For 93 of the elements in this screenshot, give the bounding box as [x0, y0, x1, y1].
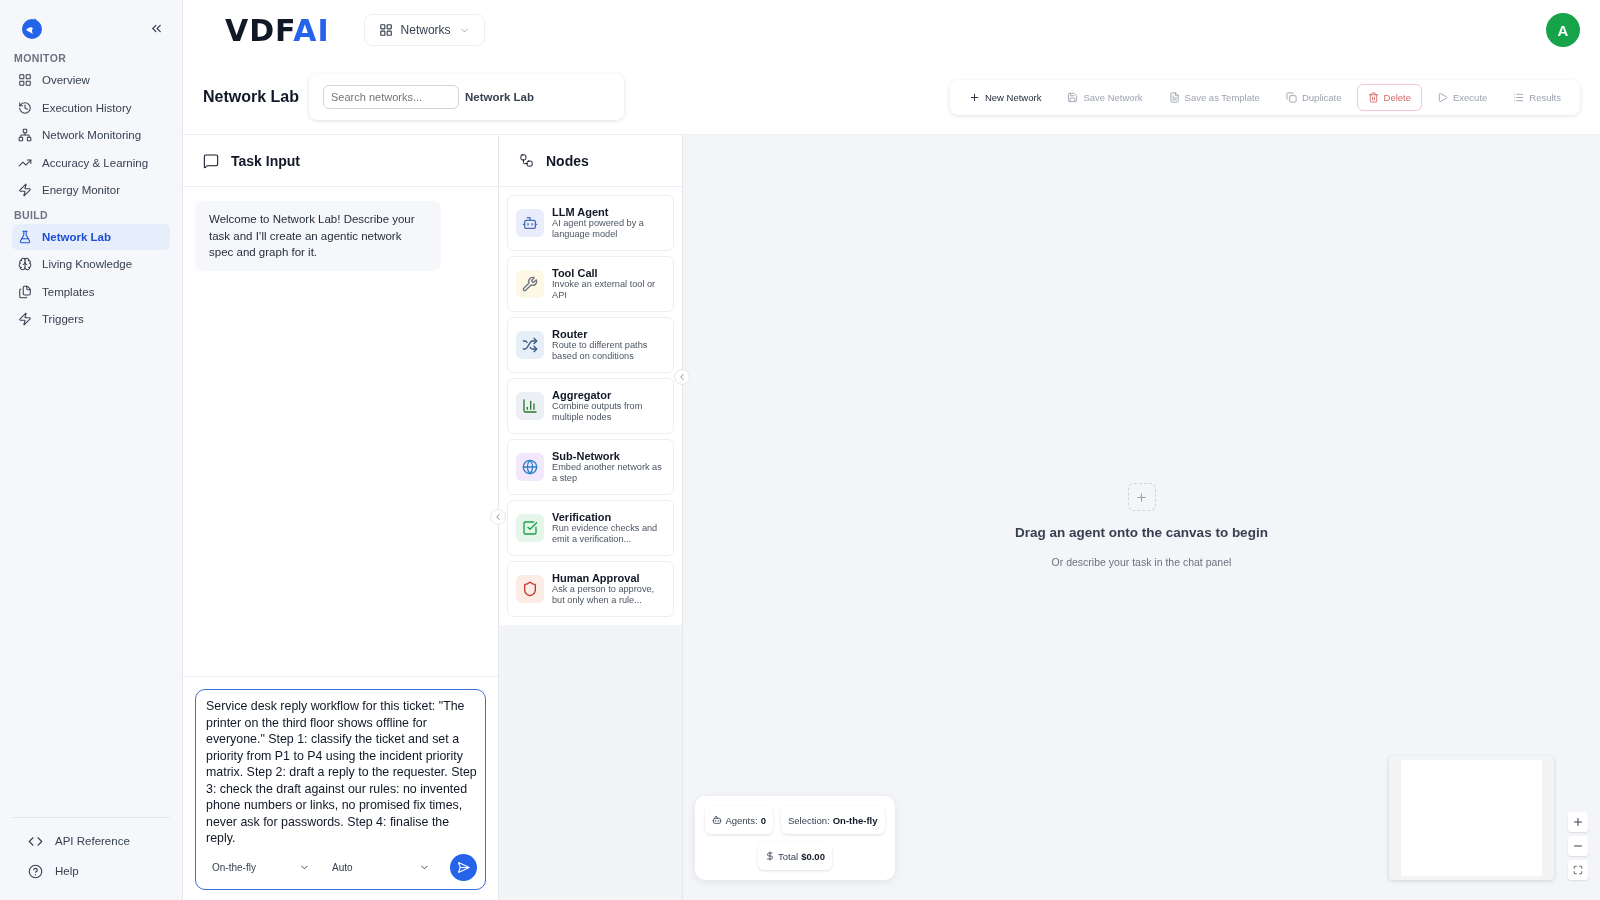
stat-value: $0.00 [801, 850, 825, 862]
section-title: MONITOR [13, 51, 68, 66]
send-button[interactable] [450, 854, 477, 881]
networks-menu[interactable]: Networks [363, 14, 485, 46]
sidebar-item[interactable]: Network Lab [12, 223, 170, 250]
brain-icon [18, 257, 32, 271]
stat-value: On-the-fly [832, 814, 878, 826]
bolt-icon [18, 183, 32, 197]
copy-icon [1285, 91, 1297, 103]
stat-label: Agents: [725, 814, 758, 826]
logo-icon [20, 16, 44, 40]
sidebar-link[interactable]: API Reference [12, 826, 170, 856]
sidebar-item[interactable]: Network Monitoring [12, 122, 170, 148]
chat-message: Welcome to Network Lab! Describe your task and I’ll create an agentic network spec and graph for it. [195, 201, 441, 271]
sidebar-link[interactable]: Help [12, 856, 170, 886]
selection-dropdown[interactable]: On-the-fly [206, 854, 316, 881]
collapse-handle[interactable] [490, 509, 506, 525]
sidebar-item[interactable]: Energy Monitor [12, 177, 170, 203]
flask-icon [18, 229, 32, 244]
bolt-icon [18, 312, 32, 326]
chat-icon [203, 152, 219, 169]
node-description: Combine outputs from multiple nodes [552, 400, 644, 424]
zoom-out-button[interactable] [1568, 836, 1588, 856]
plus-icon [1572, 816, 1584, 828]
node-name: Aggregator [552, 388, 613, 401]
sidebar-item[interactable]: Templates [12, 278, 170, 305]
help-icon [28, 863, 43, 879]
grid-icon [378, 23, 393, 37]
node-description: Route to different paths based on conditions [552, 339, 649, 363]
check-box-icon [516, 514, 544, 542]
node-name: Router [552, 327, 589, 340]
node-name: Sub-Network [552, 449, 621, 462]
empty-subtitle: Or describe your task in the chat panel [1051, 556, 1232, 568]
send-icon [457, 861, 470, 874]
history-icon [18, 100, 32, 115]
search-field[interactable]: Search networks... [323, 85, 459, 109]
current-network: Network Lab [465, 91, 535, 103]
globe-icon [516, 453, 544, 481]
node-card[interactable]: Router Route to different paths based on conditions [507, 317, 674, 373]
sidebar-item[interactable]: Overview [12, 67, 170, 93]
file-icon [1168, 91, 1180, 103]
network-icon [18, 128, 32, 142]
task-input-box[interactable]: Service desk reply workflow for this ticket: "The printer on the third floor shows offline for everyone." Step 1: classify the ticket and set a priority from P1 to P4 using the incident priority matrix. Step 2: draft a reply to the requester. Step 3: check the draft against our rules: no invented phone numbers or links, no promised fix times, never ask for passwords. Step 4: finalise the reply. On-the-fly Auto [195, 689, 486, 890]
bar-chart-icon [516, 392, 544, 420]
stat-label: Selection: [787, 814, 830, 826]
robot-icon [516, 209, 544, 237]
sidebar-item[interactable]: Execution History [12, 94, 170, 121]
plus-icon [968, 91, 980, 103]
list-icon [1513, 91, 1525, 103]
files-icon [18, 284, 32, 299]
node-name: Human Approval [552, 571, 641, 584]
save-icon [1067, 91, 1079, 103]
node-name: LLM Agent [552, 205, 609, 218]
node-name: Tool Call [552, 266, 599, 279]
shield-icon [516, 575, 544, 603]
stat-value: 0 [760, 814, 766, 826]
model-dropdown[interactable]: Auto [326, 854, 436, 881]
trash-icon [1367, 91, 1379, 103]
add-icon [1127, 483, 1156, 511]
panel-title: Task Input [231, 152, 300, 169]
chevron-left-icon [493, 512, 503, 522]
node-card[interactable]: Human Approval Ask a person to approve, but only when a rule... [507, 561, 674, 617]
grid-icon [18, 73, 32, 87]
shuffle-icon [516, 331, 544, 359]
node-name: Verification [552, 510, 613, 523]
stat-label: Total [778, 850, 799, 862]
node-card[interactable]: Tool Call Invoke an external tool or API [507, 256, 674, 312]
fit-view-button[interactable] [1568, 860, 1588, 880]
node-description: Embed another network as a step [552, 461, 663, 485]
page-title: Network Lab [203, 88, 299, 106]
node-description: Run evidence checks and emit a verification... [552, 522, 659, 546]
section-title: BUILD [13, 207, 50, 223]
node-description: Invoke an external tool or API [552, 278, 657, 302]
logo: VDFAI [225, 12, 330, 48]
node-card[interactable]: Sub-Network Embed another network as a step [507, 439, 674, 495]
sidebar-item[interactable]: Triggers [12, 306, 170, 332]
zoom-in-button[interactable] [1568, 812, 1588, 832]
nodes-icon [519, 153, 534, 168]
panel-title: Nodes [546, 152, 589, 169]
sidebar-item[interactable]: Accuracy & Learning [12, 149, 170, 176]
wrench-icon [516, 270, 544, 298]
robot-icon [712, 815, 723, 825]
sidebar-item[interactable]: Living Knowledge [12, 251, 170, 277]
node-description: AI agent powered by a language model [552, 217, 645, 241]
node-description: Ask a person to approve, but only when a rule... [552, 583, 656, 607]
node-card[interactable]: LLM Agent AI agent powered by a language model [507, 195, 674, 251]
node-card[interactable]: Verification Run evidence checks and emit a verification... [507, 500, 674, 556]
node-card[interactable]: Aggregator Combine outputs from multiple nodes [507, 378, 674, 434]
chevron-left-icon [677, 372, 687, 382]
dollar-icon [765, 851, 776, 861]
play-icon [1437, 91, 1448, 103]
empty-title: Drag an agent onto the canvas to begin [1015, 525, 1268, 540]
fit-view-icon [1573, 865, 1583, 875]
